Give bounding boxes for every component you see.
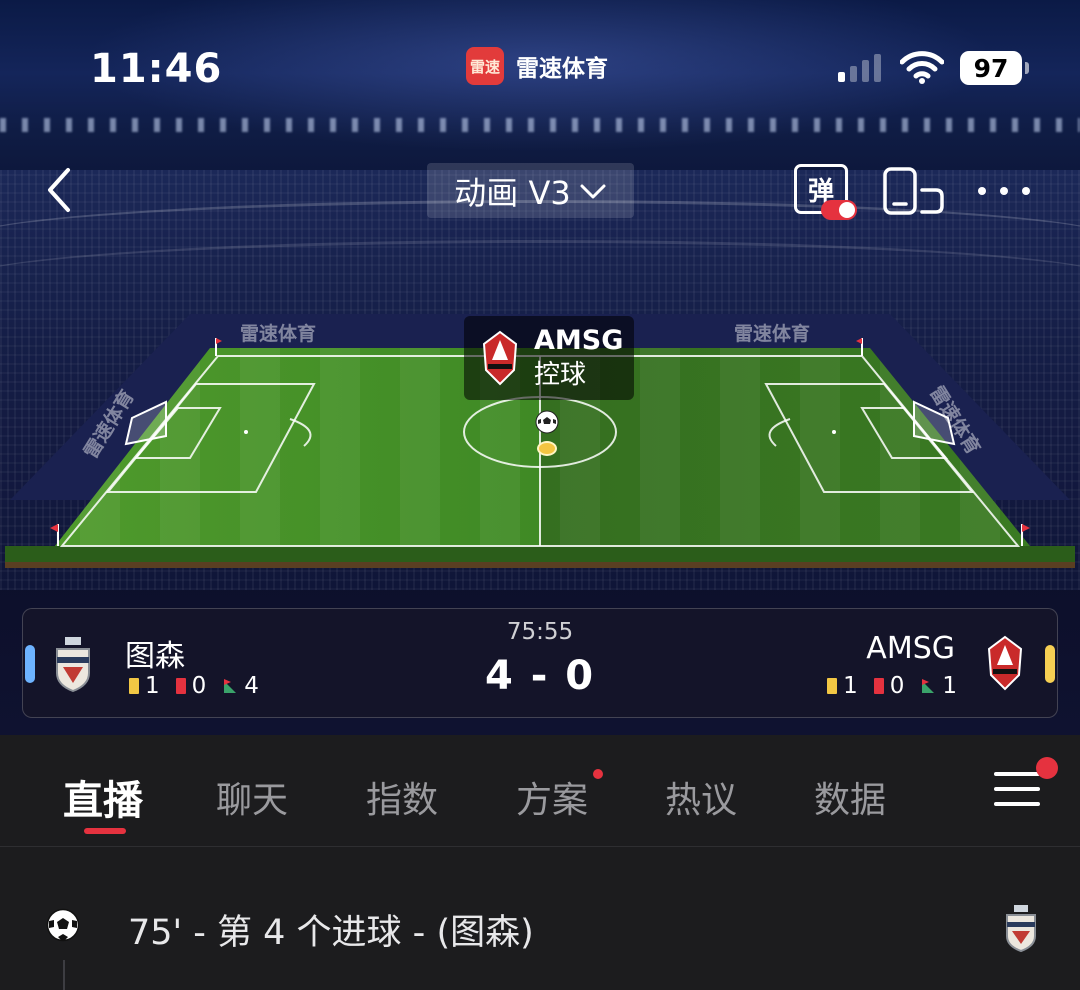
tucson-crest-icon (1006, 905, 1036, 952)
yellow-card-icon (827, 678, 838, 694)
phone-rotate-button[interactable] (882, 166, 946, 216)
stadium-roof-lights (0, 118, 1080, 132)
status-bar: 11:46 雷速 雷速体育 97 (0, 0, 1080, 110)
active-tab-indicator (84, 828, 126, 834)
possession-indicator: AMSG 控球 (464, 316, 634, 400)
tab-menu-button[interactable] (994, 772, 1040, 812)
hamburger-icon (994, 772, 1040, 776)
soccer-ball-icon (46, 908, 80, 942)
phone-rotate-icon (883, 167, 917, 215)
app-logo: 雷速 (466, 47, 504, 85)
scoreboard: 图森 1 0 4 75:55 4 - 0 AMSG 1 0 1 (22, 608, 1058, 718)
tab-discussion[interactable]: 热议 (665, 771, 737, 823)
tab-live[interactable]: 直播 (63, 768, 143, 826)
away-corner-count: 1 (942, 673, 957, 699)
chevron-down-icon (580, 184, 606, 198)
pitch-watermark: 雷速体育 (240, 323, 317, 345)
live-event-feed: 75' - 第 4 个进球 - (图森) (0, 848, 1080, 990)
tab-odds[interactable]: 指数 (366, 771, 438, 823)
away-team-stats: 1 0 1 (827, 673, 957, 699)
status-time: 11:46 (90, 46, 223, 92)
soccer-ball-icon (535, 410, 559, 434)
amsg-crest-icon (482, 330, 518, 386)
away-team-name[interactable]: AMSG (866, 631, 955, 666)
battery-indicator: 97 (960, 51, 1029, 85)
away-red-count: 0 (889, 673, 905, 699)
back-button[interactable] (40, 164, 84, 216)
red-card-icon (873, 678, 884, 694)
corner-flag-icon (922, 679, 935, 693)
danmu-switch[interactable] (821, 200, 857, 220)
tab-bar: 直播 聊天 指数 方案 热议 数据 (0, 735, 1080, 847)
app-badge: 雷速 雷速体育 (466, 47, 608, 85)
animation-mode-dropdown[interactable]: 动画 V3 (427, 163, 634, 218)
possession-state: 控球 (534, 360, 587, 390)
pitch-watermark: 雷速体育 (734, 323, 811, 345)
menu-notification-badge (1036, 757, 1058, 779)
more-options-button[interactable] (978, 178, 1030, 204)
tab-chat[interactable]: 聊天 (216, 771, 288, 823)
animation-mode-label: 动画 V3 (454, 173, 571, 212)
amsg-crest-icon[interactable] (985, 635, 1025, 691)
animation-stage: 11:46 雷速 雷速体育 97 动画 V3 弹 雷速体育 雷速体育 雷速体育 … (0, 0, 1080, 735)
tab-data[interactable]: 数据 (814, 771, 886, 823)
tab-plans-badge (593, 769, 603, 779)
possession-team: AMSG (534, 325, 624, 356)
timeline-connector (63, 960, 65, 990)
ball-position-marker (537, 441, 557, 456)
more-dots-icon (978, 187, 986, 195)
cellular-signal-icon (838, 52, 881, 82)
chevron-left-icon (48, 168, 70, 212)
danmu-toggle-button[interactable]: 弹 (794, 164, 857, 220)
wifi-icon (900, 51, 944, 84)
app-name: 雷速体育 (516, 56, 608, 82)
away-yellow-count: 1 (843, 673, 858, 699)
goal-event-text: 75' - 第 4 个进球 - (图森) (128, 913, 534, 953)
tab-plans[interactable]: 方案 (516, 771, 588, 823)
